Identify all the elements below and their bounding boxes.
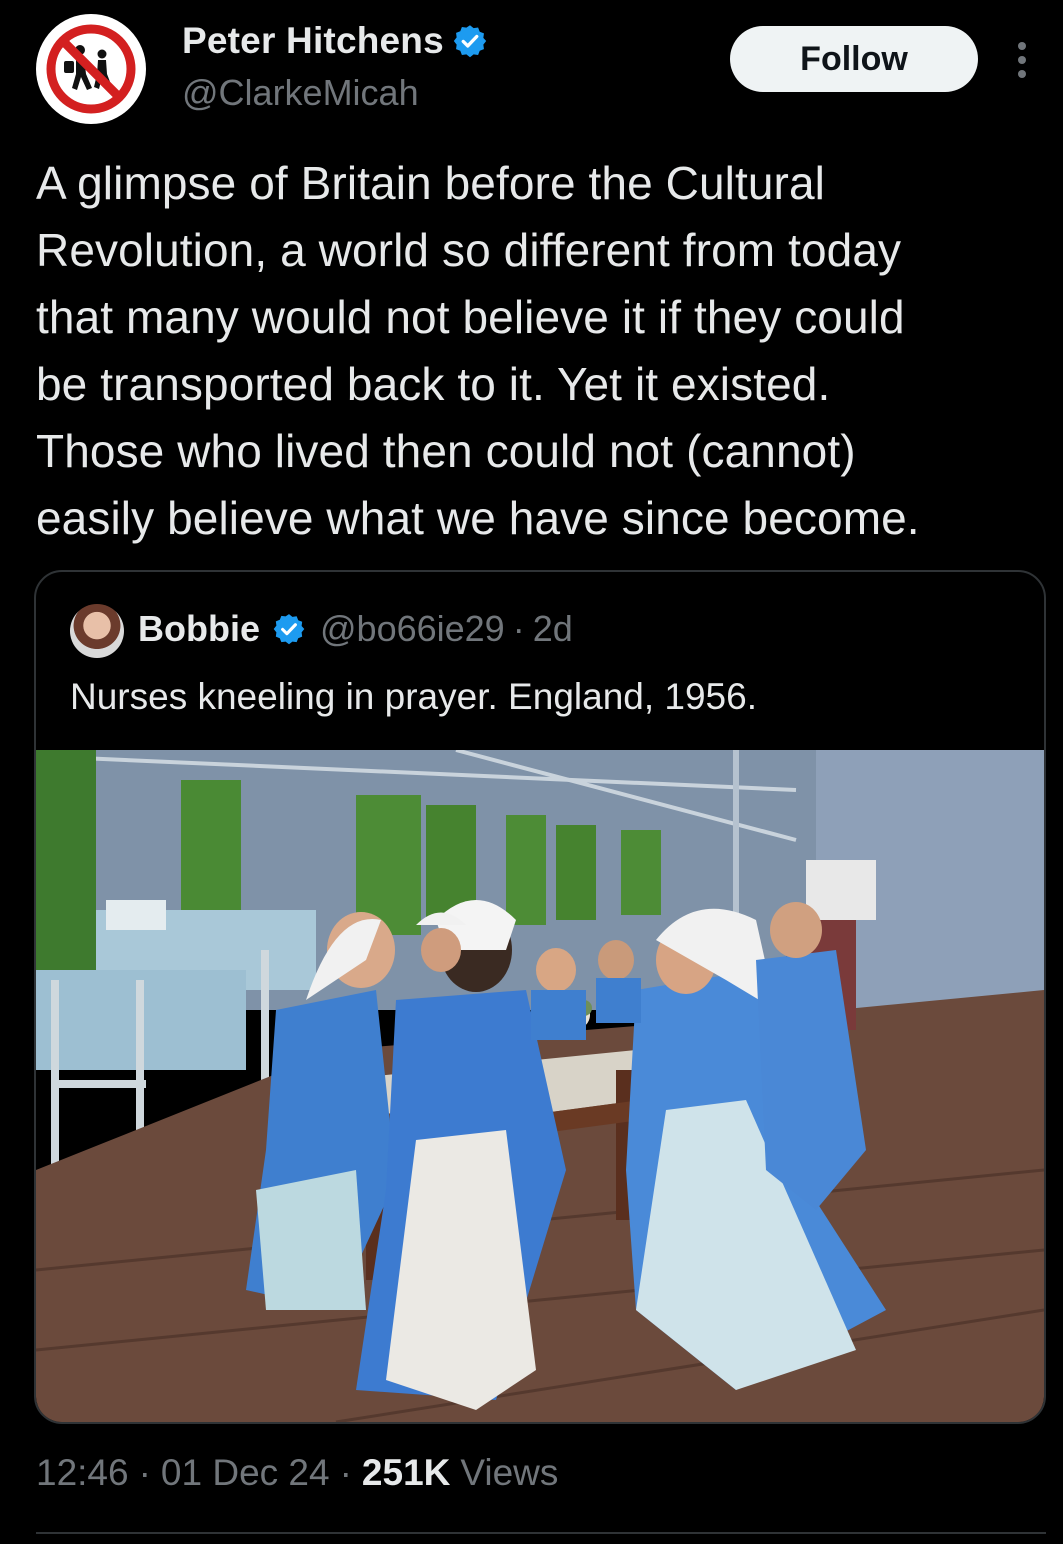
separator-dot: ·: [138, 1452, 151, 1493]
separator-dot: ·: [512, 608, 525, 649]
verified-badge-icon: [453, 25, 487, 58]
quoted-author-name[interactable]: Bobbie: [138, 608, 260, 650]
quoted-tweet-card[interactable]: Bobbie @bo66ie29 · 2d Nurses kneeling in…: [34, 570, 1046, 1424]
author-avatar[interactable]: [36, 14, 146, 124]
author-display-name[interactable]: Peter Hitchens: [182, 20, 444, 62]
tweet-time[interactable]: 12:46: [36, 1452, 129, 1494]
quoted-tweet-age[interactable]: 2d: [533, 608, 573, 650]
verified-badge-icon: [273, 614, 305, 645]
author-handle[interactable]: @ClarkeMicah: [182, 72, 419, 114]
quoted-tweet-text: Nurses kneeling in prayer. England, 1956…: [70, 676, 757, 717]
quoted-author-handle[interactable]: @bo66ie29: [320, 608, 505, 650]
separator-dot: ·: [339, 1452, 352, 1493]
tweet-date[interactable]: 01 Dec 24: [161, 1452, 330, 1494]
tweet-meta: 12:46 · 01 Dec 24 · 251K Views: [36, 1452, 558, 1494]
divider: [36, 1532, 1046, 1534]
follow-button[interactable]: Follow: [730, 26, 978, 92]
no-children-crossing-sign-icon: [39, 17, 143, 121]
views-label: Views: [460, 1452, 559, 1493]
tweet-text: A glimpse of Britain before the Cultural…: [36, 157, 920, 544]
quoted-tweet-photo[interactable]: [36, 750, 1044, 1422]
quoted-author-avatar[interactable]: [70, 604, 124, 658]
more-vertical-icon[interactable]: [1009, 40, 1035, 80]
views-count[interactable]: 251K: [362, 1452, 450, 1494]
author-name-row[interactable]: Peter Hitchens: [182, 20, 488, 62]
quoted-author-row: Bobbie @bo66ie29 · 2d: [138, 608, 573, 650]
